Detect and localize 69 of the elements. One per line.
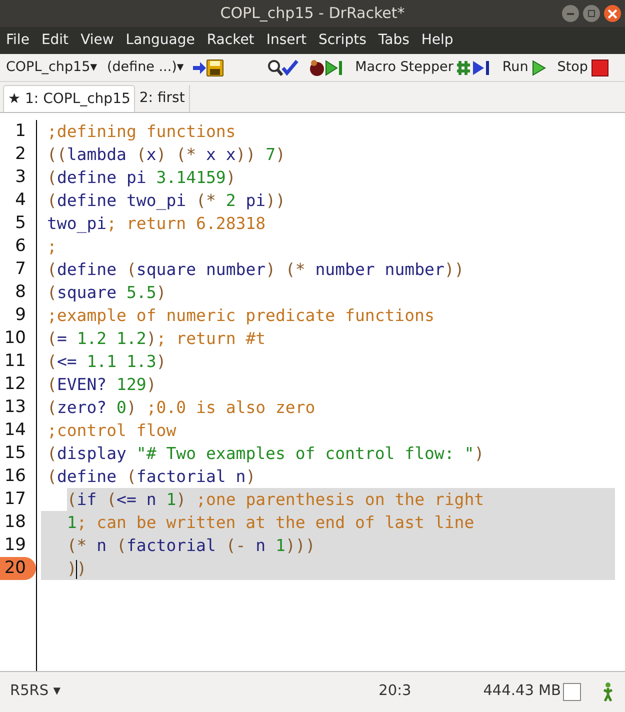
line-number: 5 xyxy=(14,212,27,235)
text-cursor xyxy=(76,560,78,579)
line-number: 12 xyxy=(3,373,27,396)
line-number: 15 xyxy=(3,442,27,465)
line-number: 2 xyxy=(14,143,27,166)
line-number: 4 xyxy=(14,189,27,212)
menu-item[interactable]: Edit xyxy=(39,30,71,51)
code-line: ((lambda (x) (* x x)) 7) xyxy=(47,144,286,166)
cursor-position: 20:3 xyxy=(378,682,412,702)
close-button[interactable] xyxy=(604,5,621,22)
code-line: (= 1.2 1.2); return #t xyxy=(47,328,266,350)
file-dropdown[interactable]: COPL_chp15▾ xyxy=(6,57,97,78)
run-icon xyxy=(531,58,548,76)
code-line: ;defining functions xyxy=(47,121,236,143)
menu-item[interactable]: Scripts xyxy=(316,30,368,51)
line-number: 19 xyxy=(3,534,27,557)
define-dropdown[interactable]: (define ...)▾ xyxy=(106,57,184,78)
line-number: 16 xyxy=(3,465,27,488)
macro-button[interactable]: Macro Stepper xyxy=(355,57,492,78)
run-button[interactable]: Run xyxy=(502,57,548,78)
save-button[interactable] xyxy=(192,58,224,76)
line-number: 11 xyxy=(3,350,27,373)
menu-item[interactable]: Insert xyxy=(264,30,308,51)
menu-item[interactable]: Racket xyxy=(204,30,256,51)
stop-button[interactable]: Stop xyxy=(557,57,609,78)
running-figure-icon xyxy=(601,682,615,702)
line-number: 10 xyxy=(3,327,27,350)
check-button[interactable] xyxy=(267,58,300,76)
code-line: (define (square number) (* number number)) xyxy=(47,259,464,281)
code-line: (square 5.5) xyxy=(47,282,166,304)
window-title: COPL_chp15 - DrRacket* xyxy=(220,3,405,24)
line-number: 9 xyxy=(14,304,27,327)
gc-indicator xyxy=(563,683,581,701)
code-line: (define (factorial n) xyxy=(47,466,256,488)
magnifier-check-icon xyxy=(267,58,300,76)
line-number: 1 xyxy=(14,120,27,143)
file-tab[interactable]: ★ 1: COPL_chp15 xyxy=(3,85,136,112)
menu-item[interactable]: Language xyxy=(124,30,197,51)
code-line: two_pi; return 6.28318 xyxy=(47,213,266,235)
code-line: (EVEN? 129) xyxy=(47,374,156,396)
minimize-button[interactable] xyxy=(562,5,579,22)
code-line: (define pi 3.14159) xyxy=(47,167,236,189)
code-line: ; xyxy=(47,236,57,258)
code-line: ;control flow xyxy=(47,420,176,442)
code-line: (<= 1.1 1.3) xyxy=(47,351,166,373)
code-line: (zero? 0) ;0.0 is also zero xyxy=(47,397,316,419)
code-line: (display "# Two examples of control flow: ") xyxy=(47,443,484,465)
line-number: 18 xyxy=(3,511,27,534)
code-line: (define two_pi (* 2 pi)) xyxy=(47,190,286,212)
menu-item[interactable]: File xyxy=(4,30,32,51)
line-number: 8 xyxy=(14,281,27,304)
line-number: 6 xyxy=(14,235,27,258)
save-icon xyxy=(192,58,224,76)
code-line: ;example of numeric predicate functions xyxy=(47,305,434,327)
code-line: )) xyxy=(66,558,87,580)
code-line: 1; can be written at the end of last line xyxy=(66,512,474,534)
line-number: 14 xyxy=(3,419,27,442)
line-number: 20 xyxy=(0,557,36,580)
line-number: 7 xyxy=(14,258,27,281)
stop-icon xyxy=(591,58,609,76)
code-line: (* n (factorial (- n 1))) xyxy=(66,535,316,557)
menu-item[interactable]: Tabs xyxy=(376,30,412,51)
line-number: 17 xyxy=(3,488,27,511)
menu-item[interactable]: Help xyxy=(419,30,456,51)
language-dropdown[interactable]: R5RS ▾ xyxy=(10,681,60,703)
line-number: 3 xyxy=(14,166,27,189)
memory-usage: 444.43 MB xyxy=(483,682,561,702)
line-number: 13 xyxy=(3,396,27,419)
menu-item[interactable]: View xyxy=(78,30,116,51)
